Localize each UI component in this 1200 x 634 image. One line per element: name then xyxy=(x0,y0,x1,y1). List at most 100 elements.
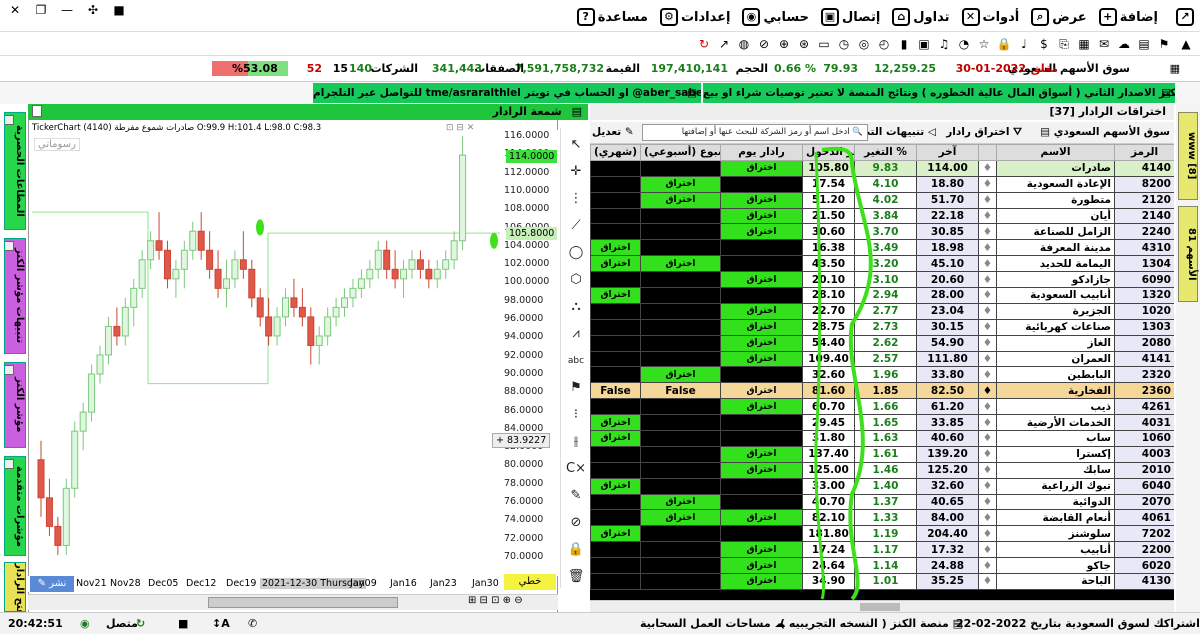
table-row[interactable]: اختراق 17.24 1.17 17.32 ♦ أنابيب 2200 xyxy=(590,541,1174,559)
table-row[interactable]: اختراق اختراق 51.20 4.02 51.70 ♦ متطورة 2120 xyxy=(590,191,1174,209)
pin-icon[interactable]: ✣ xyxy=(82,2,104,18)
pin-icon[interactable]: ♦ xyxy=(978,302,997,320)
right-tab-www[interactable]: www [8] xyxy=(1178,112,1198,200)
line-type-button[interactable]: خطي xyxy=(504,574,556,590)
video-icon[interactable]: ■ xyxy=(108,2,130,18)
close-icon[interactable]: ✕ xyxy=(4,2,26,18)
pin-icon[interactable]: ♦ xyxy=(978,445,997,463)
trendline-icon[interactable]: ⟋ xyxy=(566,217,586,235)
table-row[interactable]: اختراق 33.00 1.40 32.60 ♦ تبوك الزراعية 6040 xyxy=(590,477,1174,495)
chat-icon[interactable]: ✉ xyxy=(1096,36,1112,52)
candlestick-chart[interactable] xyxy=(28,130,500,576)
table-row[interactable]: اختراق 24.64 1.14 24.88 ♦ جاكو 6020 xyxy=(590,557,1174,575)
clear-icon[interactable]: C× xyxy=(566,460,586,478)
column-header[interactable]: الرمز xyxy=(1114,144,1174,161)
pin-icon[interactable]: ♦ xyxy=(978,493,997,511)
refresh-icon[interactable]: ↻ xyxy=(696,36,712,52)
menu-item-gear[interactable]: ⚙ إعدادات xyxy=(659,8,730,26)
collapse-icon[interactable]: ▲ xyxy=(1178,36,1194,52)
column-header[interactable]: الاسم xyxy=(996,144,1115,161)
menu-item-connect[interactable]: ▣ إتصال xyxy=(820,8,880,26)
menu-item-cart[interactable]: ⌂ تداول xyxy=(892,8,950,26)
market-name[interactable]: سوق الأسهم السعودي xyxy=(1008,62,1130,75)
pin-icon[interactable]: ♦ xyxy=(978,366,997,384)
external-icon[interactable]: ↗ xyxy=(1176,8,1194,26)
publish-button[interactable]: ✎ نشر xyxy=(30,576,74,592)
table-row[interactable]: اختراق 54.40 2.62 54.90 ♦ الغاز 2080 xyxy=(590,334,1174,352)
phone-icon[interactable]: ✆ xyxy=(248,617,257,630)
text-icon[interactable]: abc xyxy=(566,352,586,370)
menu-item-user[interactable]: ◉ حسابي xyxy=(742,8,809,26)
table-row[interactable]: اختراق 125.00 1.46 125.20 ♦ سابك 2010 xyxy=(590,461,1174,479)
pin-icon[interactable]: ♦ xyxy=(978,191,997,209)
pin-icon[interactable]: ♦ xyxy=(978,255,997,273)
pattern-icon[interactable]: ⛬ xyxy=(566,298,586,316)
pin-icon[interactable]: ♦ xyxy=(978,382,997,400)
pin-icon[interactable]: ♦ xyxy=(978,159,997,177)
menu-item-view[interactable]: ⌕ عرض xyxy=(1031,8,1087,26)
pin-icon[interactable]: ♦ xyxy=(978,509,997,527)
clock-icon[interactable]: ◴ xyxy=(876,36,892,52)
left-tab-alerts[interactable]: تنبيهات مؤشر الكنز xyxy=(4,238,26,354)
table-row[interactable]: اختراق 30.60 3.70 30.85 ♦ الزامل للصناعة 2240 xyxy=(590,223,1174,241)
zoom-controls[interactable]: ⊞ ⊟ ⊡ ⊕ ⊖ xyxy=(468,595,523,606)
camera-icon[interactable]: ▣ xyxy=(916,36,932,52)
pin-icon[interactable]: ♦ xyxy=(978,430,997,447)
table-row[interactable]: اختراق 60.70 1.66 61.20 ♦ ذيب 4261 xyxy=(590,398,1174,416)
edit-button[interactable]: تعديل ✎ xyxy=(592,126,634,138)
trash-icon[interactable]: 🗑 xyxy=(566,568,586,586)
pin-icon[interactable]: ♦ xyxy=(978,461,997,479)
pointer-icon[interactable]: ↖ xyxy=(566,136,586,154)
table-row[interactable]: اختراق 22.70 2.77 23.04 ♦ الجزيرة 1020 xyxy=(590,302,1174,320)
polygon-icon[interactable]: ⬡ xyxy=(566,271,586,289)
table-row[interactable]: اختراق 17.54 4.10 18.80 ♦ الإعادة السعودية 820… xyxy=(590,175,1174,193)
pin-icon[interactable]: ♦ xyxy=(978,477,997,495)
table-row[interactable]: اختراق 137.40 1.61 139.20 ♦ إكسترا 4003 xyxy=(590,445,1174,463)
column-header[interactable]: رادار اسبوع (أسبوعي) xyxy=(640,144,721,161)
pin-icon[interactable]: ♦ xyxy=(978,318,997,336)
pin-icon[interactable]: ♦ xyxy=(978,207,997,225)
eye-icon[interactable]: ◎ xyxy=(856,36,872,52)
calendar-icon[interactable]: ▦ xyxy=(1170,62,1180,75)
table-row[interactable]: اختراق 20.10 3.10 20.60 ♦ جازادكو 6090 xyxy=(590,271,1174,289)
table-row[interactable]: اختراق اختراق 43.50 3.20 45.10 ♦ اليمامة للحدي… xyxy=(590,255,1174,273)
indicators-icon[interactable]: ⁝ xyxy=(566,406,586,424)
pin-icon[interactable]: ♦ xyxy=(978,287,997,304)
timer-icon[interactable]: ◷ xyxy=(836,36,852,52)
font-size-icon[interactable]: ↕A xyxy=(212,617,230,630)
contact-banner[interactable]: ▤ للتواصل عبر التلجرام tme/asraralthlel ا… xyxy=(313,83,701,103)
pin-icon[interactable]: ♦ xyxy=(978,223,997,241)
pin-icon[interactable]: ♦ xyxy=(978,573,997,590)
mic-icon[interactable]: ♩ xyxy=(1016,36,1032,52)
target-icon[interactable]: ⊕ xyxy=(776,36,792,52)
table-row[interactable]: اختراق 31.80 1.63 40.60 ♦ ساب 1060 xyxy=(590,430,1174,447)
pin-icon[interactable]: ♦ xyxy=(978,239,997,257)
hide-icon[interactable]: ⊘ xyxy=(566,514,586,532)
filter-icon[interactable]: ⚑ xyxy=(1156,36,1172,52)
lock-icon[interactable]: 🔒 xyxy=(996,36,1012,52)
column-header[interactable] xyxy=(978,144,997,161)
pin-icon[interactable]: ♦ xyxy=(978,271,997,289)
column-header[interactable]: آخر xyxy=(916,144,979,161)
left-tab-exclusive[interactable]: المطاعات الحصرية xyxy=(4,112,26,230)
right-tab-stocks[interactable]: الأسهم 81 xyxy=(1178,206,1198,302)
pin-icon[interactable]: ♦ xyxy=(978,525,997,543)
trend-icon[interactable]: ↗ xyxy=(716,36,732,52)
restore-icon[interactable]: ❐ xyxy=(30,2,52,18)
cloud-icon[interactable]: ☁ xyxy=(1116,36,1132,52)
menu-item-tools[interactable]: ✕ أدوات xyxy=(961,8,1019,26)
scroll-thumb[interactable] xyxy=(208,597,398,608)
ellipse-icon[interactable]: ◯ xyxy=(566,244,586,262)
grid-scroll-thumb[interactable] xyxy=(860,603,900,611)
table-row[interactable]: اختراق 181.80 1.19 204.40 ♦ سلوشنز 7202 xyxy=(590,525,1174,543)
table-row[interactable]: اختراق 105.80 9.83 114.00 ♦ صادرات 4140 xyxy=(590,159,1174,177)
table-row[interactable]: اختراق 29.45 1.65 33.85 ♦ الخدمات الأرضية 4031 xyxy=(590,414,1174,432)
left-tab-indicator[interactable]: مؤشر الكنز xyxy=(4,362,26,448)
table-row[interactable]: اختراق 109.40 2.57 111.80 ♦ العمران 4141 xyxy=(590,350,1174,368)
left-tab-advanced[interactable]: مؤشرات متقدمة xyxy=(4,456,26,556)
zigzag-icon[interactable]: ⩘ xyxy=(566,325,586,343)
table-row[interactable]: اختراق 16.38 3.49 18.98 ♦ مدينة المعرفة 4310 xyxy=(590,239,1174,257)
alert-icon[interactable]: ⊘ xyxy=(756,36,772,52)
compass-icon[interactable]: ⊛ xyxy=(796,36,812,52)
flag-icon[interactable]: ⚑ xyxy=(566,379,586,397)
